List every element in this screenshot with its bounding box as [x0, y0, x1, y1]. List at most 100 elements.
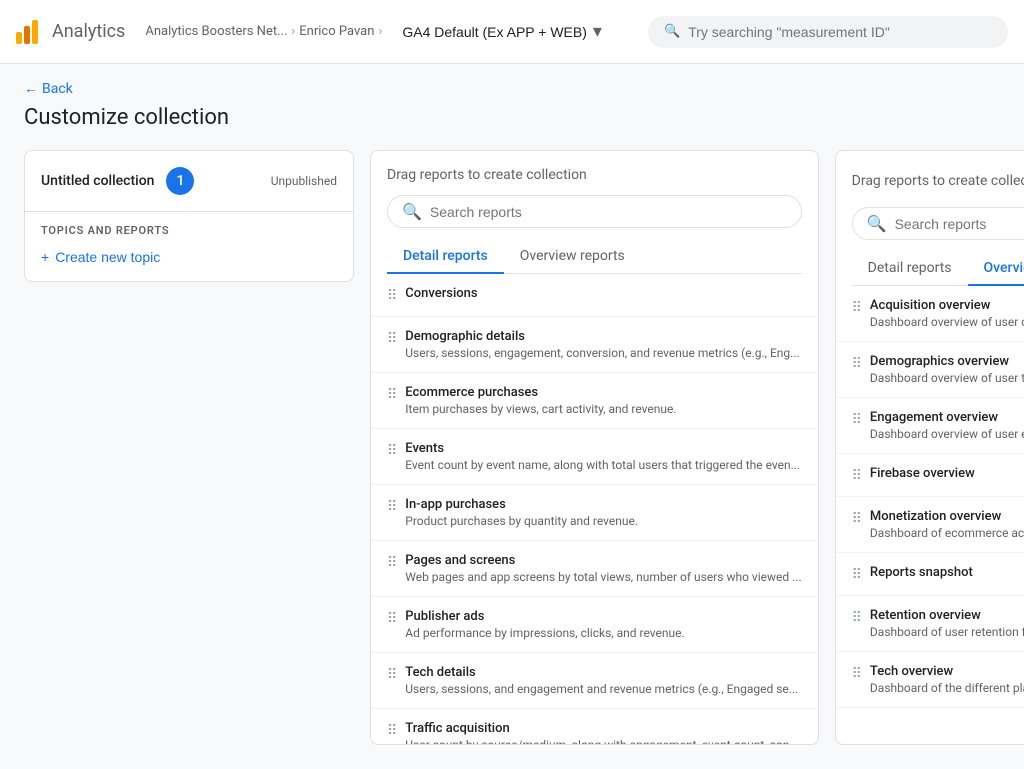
list-item[interactable]: ⠿ In-app purchases Product purchases by …: [371, 485, 818, 541]
report-name: In-app purchases: [405, 497, 801, 512]
tab-detail-reports-right[interactable]: Detail reports: [852, 252, 968, 286]
list-item[interactable]: ⠿ Tech overview Dashboard of the differe…: [836, 652, 1024, 708]
right-search-bar[interactable]: 🔍: [852, 207, 1024, 240]
list-item[interactable]: ⠿ Firebase overview: [836, 454, 1024, 497]
report-desc: Item purchases by views, cart activity, …: [405, 402, 801, 416]
report-item-content: Pages and screens Web pages and app scre…: [405, 553, 801, 584]
center-tabs: Detail reports Overview reports: [387, 240, 802, 274]
drag-handle-icon: ⠿: [852, 356, 862, 372]
right-search-input[interactable]: [895, 216, 1024, 232]
report-item-content: Demographics overview Dashboard overview…: [870, 354, 1024, 385]
drag-handle-icon: ⠿: [852, 610, 862, 626]
report-item-content: Tech details Users, sessions, and engage…: [405, 665, 801, 696]
drag-handle-icon: ⠿: [387, 331, 397, 347]
drag-handle-icon: ⠿: [852, 511, 862, 527]
drag-handle-icon: ⠿: [387, 443, 397, 459]
logo-bar-3: [32, 20, 38, 44]
drag-handle-icon: ⠿: [852, 468, 862, 484]
report-name: Demographics overview: [870, 354, 1024, 369]
report-item-content: Demographic details Users, sessions, eng…: [405, 329, 801, 360]
right-panel-content: ⠿ Acquisition overview Dashboard overvie…: [836, 286, 1024, 708]
report-name: Firebase overview: [870, 466, 1024, 481]
report-item-content: Reports snapshot: [870, 565, 1024, 582]
unpublished-badge: Unpublished: [271, 174, 337, 188]
global-search-input[interactable]: [688, 24, 992, 40]
drag-handle-icon: ⠿: [387, 499, 397, 515]
global-search-bar[interactable]: 🔍: [648, 16, 1008, 48]
back-link[interactable]: ← Back: [24, 64, 1000, 105]
report-desc: Users, sessions, engagement, conversion,…: [405, 346, 801, 360]
create-topic-button[interactable]: + Create new topic: [41, 245, 160, 269]
report-item-content: Publisher ads Ad performance by impressi…: [405, 609, 801, 640]
list-item[interactable]: ⠿ Pages and screens Web pages and app sc…: [371, 541, 818, 597]
plus-icon: +: [41, 249, 49, 265]
center-search-icon: 🔍: [402, 202, 422, 221]
center-panel-header: Drag reports to create collection 🔍 Deta…: [371, 151, 818, 274]
report-name: Reports snapshot: [870, 565, 1024, 580]
back-arrow-icon: ←: [24, 80, 38, 97]
back-label: Back: [42, 81, 73, 97]
report-item-content: Ecommerce purchases Item purchases by vi…: [405, 385, 801, 416]
logo-bar-1: [16, 32, 22, 44]
report-item-content: Engagement overview Dashboard overview o…: [870, 410, 1024, 441]
report-desc: Dashboard overview of user traffic to yo…: [870, 371, 1024, 385]
center-search-input[interactable]: [430, 204, 787, 220]
right-report-list: ⠿ Acquisition overview Dashboard overvie…: [836, 286, 1024, 708]
drag-handle-icon: ⠿: [852, 567, 862, 583]
collection-title-area: Untitled collection 1: [41, 167, 194, 195]
center-panel: Drag reports to create collection 🔍 Deta…: [370, 150, 819, 745]
list-item[interactable]: ⠿ Conversions: [371, 274, 818, 317]
tab-detail-reports-center[interactable]: Detail reports: [387, 240, 504, 274]
report-name: Retention overview: [870, 608, 1024, 623]
report-item-content: Tech overview Dashboard of the different…: [870, 664, 1024, 695]
drag-handle-icon: ⠿: [387, 555, 397, 571]
report-desc: Dashboard overview of user count and the…: [870, 315, 1024, 329]
report-item-content: Events Event count by event name, along …: [405, 441, 801, 472]
property-selector[interactable]: GA4 Default (Ex APP + WEB) ▾: [394, 17, 610, 46]
list-item[interactable]: ⠿ Reports snapshot: [836, 553, 1024, 596]
report-item-content: In-app purchases Product purchases by qu…: [405, 497, 801, 528]
main-content: ← Back Customize collection Untitled col…: [0, 64, 1024, 769]
property-name: GA4 Default (Ex APP + WEB): [402, 24, 587, 40]
report-item-content: Traffic acquisition User count by source…: [405, 721, 801, 744]
list-item[interactable]: ⠿ Acquisition overview Dashboard overvie…: [836, 286, 1024, 342]
list-item[interactable]: ⠿ Tech details Users, sessions, and enga…: [371, 653, 818, 709]
report-desc: Web pages and app screens by total views…: [405, 570, 801, 584]
report-desc: Ad performance by impressions, clicks, a…: [405, 626, 801, 640]
list-item[interactable]: ⠿ Traffic acquisition User count by sour…: [371, 709, 818, 744]
report-name: Tech overview: [870, 664, 1024, 679]
collection-name: Untitled collection: [41, 173, 154, 189]
panels-area: Drag reports to create collection 🔍 Deta…: [370, 150, 1024, 745]
breadcrumb-user[interactable]: Enrico Pavan: [299, 24, 374, 39]
list-item[interactable]: ⠿ Demographic details Users, sessions, e…: [371, 317, 818, 373]
collection-badge: 1: [166, 167, 194, 195]
right-panel-title: Drag reports to create collection: [852, 173, 1024, 189]
list-item[interactable]: ⠿ Demographics overview Dashboard overvi…: [836, 342, 1024, 398]
right-panel: Drag reports to create collection 2 🔍 De…: [835, 150, 1024, 745]
tab-overview-reports-right[interactable]: Overview reports: [968, 252, 1024, 286]
drag-handle-icon: ⠿: [852, 412, 862, 428]
drag-handle-icon: ⠿: [387, 387, 397, 403]
create-topic-label: Create new topic: [55, 249, 160, 265]
breadcrumb-sep-2: ›: [378, 24, 382, 39]
breadcrumb: Analytics Boosters Net... › Enrico Pavan…: [145, 24, 382, 39]
report-name: Monetization overview: [870, 509, 1024, 524]
center-panel-content: ⠿ Conversions ⠿ Demographic details User…: [371, 274, 818, 744]
topics-label: TOPICS AND REPORTS: [41, 224, 337, 237]
search-icon: 🔍: [664, 24, 680, 39]
list-item[interactable]: ⠿ Engagement overview Dashboard overview…: [836, 398, 1024, 454]
center-search-bar[interactable]: 🔍: [387, 195, 802, 228]
page-title: Customize collection: [24, 105, 1000, 130]
breadcrumb-boosters[interactable]: Analytics Boosters Net...: [145, 24, 287, 39]
center-panel-title: Drag reports to create collection: [387, 167, 802, 183]
list-item[interactable]: ⠿ Retention overview Dashboard of user r…: [836, 596, 1024, 652]
list-item[interactable]: ⠿ Monetization overview Dashboard of eco…: [836, 497, 1024, 553]
report-name: Tech details: [405, 665, 801, 680]
right-search-icon: 🔍: [867, 214, 887, 233]
list-item[interactable]: ⠿ Publisher ads Ad performance by impres…: [371, 597, 818, 653]
report-desc: Dashboard overview of user engagement wi…: [870, 427, 1024, 441]
tab-overview-reports-center[interactable]: Overview reports: [504, 240, 641, 274]
report-name: Ecommerce purchases: [405, 385, 801, 400]
list-item[interactable]: ⠿ Ecommerce purchases Item purchases by …: [371, 373, 818, 429]
list-item[interactable]: ⠿ Events Event count by event name, alon…: [371, 429, 818, 485]
